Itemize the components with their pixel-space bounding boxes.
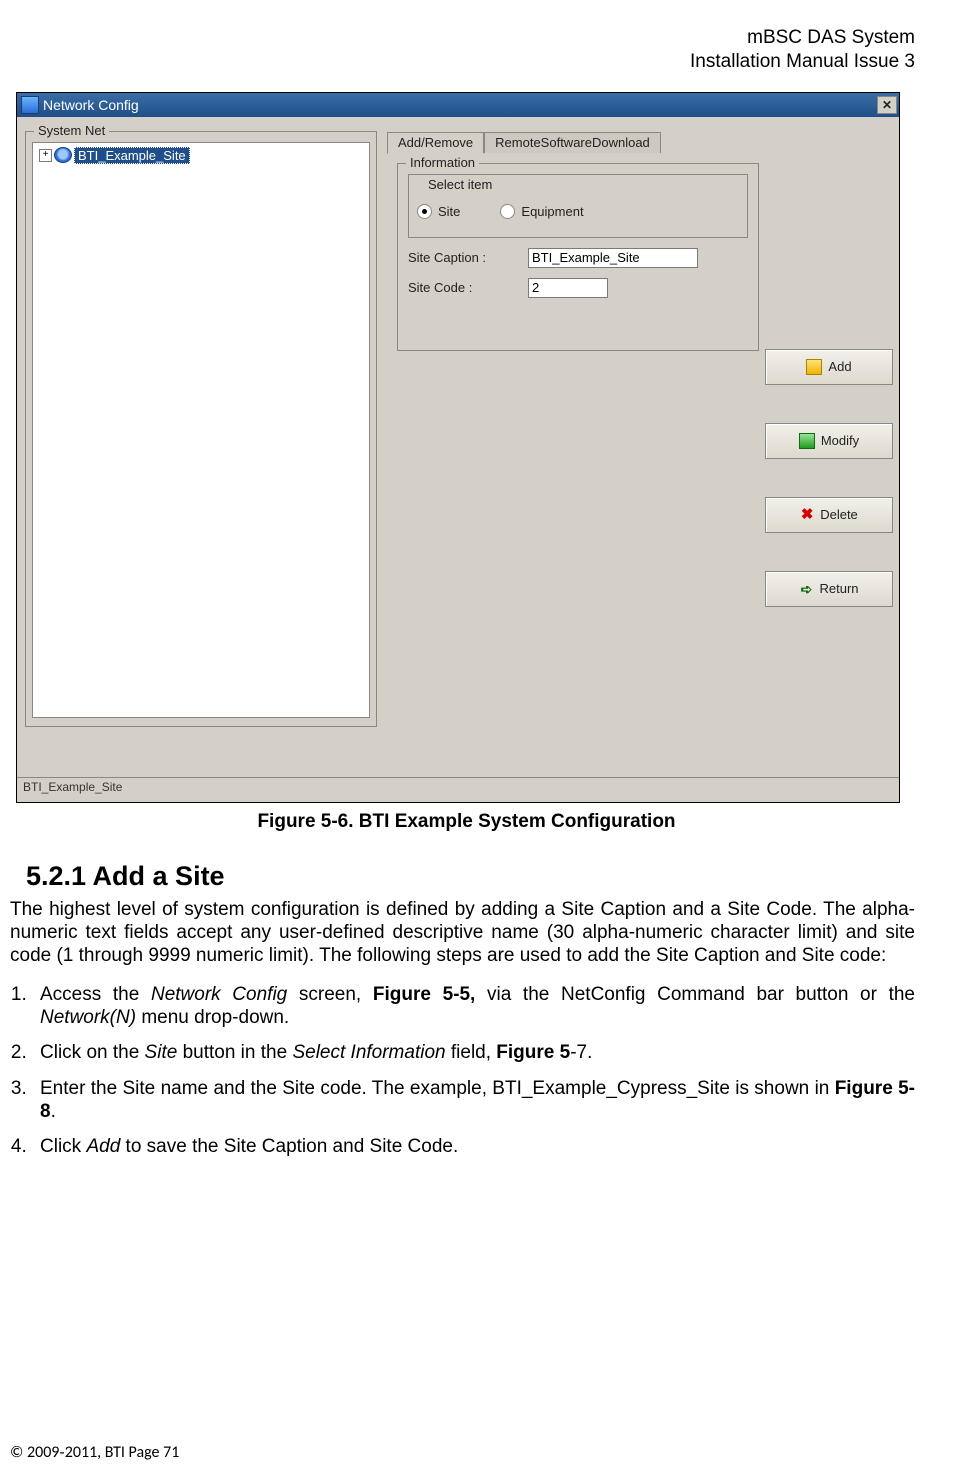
equipment-radio-wrap[interactable]: Equipment (500, 204, 583, 219)
radio-dot-icon (422, 209, 427, 214)
page-number: 71 (163, 1443, 179, 1462)
section-heading: 5.2.1 Add a Site (26, 861, 923, 892)
site-radio[interactable] (417, 204, 432, 219)
site-code-input[interactable] (528, 278, 608, 298)
intro-paragraph: The highest level of system configuratio… (10, 898, 915, 968)
dialog-titlebar: Network Config ✕ (17, 93, 899, 117)
step-1: Access the Network Config screen, Figure… (32, 983, 915, 1029)
site-icon (54, 147, 72, 163)
header-line-2: Installation Manual Issue 3 (10, 50, 915, 74)
site-caption-label: Site Caption : (408, 250, 528, 265)
add-button[interactable]: Add (765, 349, 893, 385)
modify-button[interactable]: Modify (765, 423, 893, 459)
action-button-column: Add Modify ✖ Delete ➪ Return (765, 349, 891, 607)
return-button[interactable]: ➪ Return (765, 571, 893, 607)
delete-button[interactable]: ✖ Delete (765, 497, 893, 533)
delete-button-label: Delete (820, 507, 858, 522)
site-radio-label: Site (438, 204, 460, 219)
app-icon (21, 96, 39, 114)
equipment-radio[interactable] (500, 204, 515, 219)
page-footer: © 2009‑2011, BTI Page 71 (10, 1443, 179, 1462)
site-tree[interactable]: + BTI_Example_Site (32, 142, 370, 718)
document-header: mBSC DAS System Installation Manual Issu… (10, 26, 923, 74)
tree-root-row[interactable]: + BTI_Example_Site (35, 147, 367, 164)
steps-list: Access the Network Config screen, Figure… (10, 983, 915, 1158)
dialog-title: Network Config (43, 97, 139, 113)
site-code-label: Site Code : (408, 280, 528, 295)
return-icon: ➪ (799, 582, 813, 596)
information-groupbox: Information Select item Site Equipment S… (397, 163, 759, 351)
close-button[interactable]: ✕ (877, 96, 897, 114)
step-3: Enter the Site name and the Site code. T… (32, 1077, 915, 1123)
tab-remote-download[interactable]: RemoteSoftwareDownload (484, 132, 661, 153)
add-button-label: Add (828, 359, 851, 374)
site-radio-wrap[interactable]: Site (417, 204, 460, 219)
site-caption-row: Site Caption : (408, 248, 748, 268)
select-item-box: Select item Site Equipment (408, 174, 748, 238)
tree-item-selected[interactable]: BTI_Example_Site (74, 147, 190, 164)
copyright-text: © 2009‑2011, BTI Page (10, 1443, 163, 1462)
information-label: Information (406, 155, 479, 170)
site-caption-input[interactable] (528, 248, 698, 268)
system-net-groupbox: System Net + BTI_Example_Site (25, 131, 377, 727)
close-icon: ✕ (882, 98, 892, 112)
expand-icon[interactable]: + (39, 149, 52, 162)
step-2: Click on the Site button in the Select I… (32, 1041, 915, 1064)
status-bar: BTI_Example_Site (17, 777, 899, 802)
modify-button-label: Modify (821, 433, 859, 448)
step-4: Click Add to save the Site Caption and S… (32, 1135, 915, 1158)
delete-icon: ✖ (800, 508, 814, 522)
tab-add-remove[interactable]: Add/Remove (387, 132, 484, 154)
system-net-label: System Net (34, 123, 109, 138)
figure-caption: Figure 5-6. BTI Example System Configura… (10, 811, 923, 833)
return-button-label: Return (819, 581, 858, 596)
site-code-row: Site Code : (408, 278, 748, 298)
dialog-body: System Net + BTI_Example_Site Add/Remove… (17, 117, 899, 777)
tab-bar: Add/Remove RemoteSoftwareDownload (387, 131, 661, 153)
modify-icon (799, 433, 815, 449)
select-item-label: Select item (424, 177, 496, 192)
header-line-1: mBSC DAS System (10, 26, 915, 50)
network-config-dialog: Network Config ✕ System Net + BTI_Exampl… (16, 92, 900, 803)
equipment-radio-label: Equipment (521, 204, 583, 219)
add-icon (806, 359, 822, 375)
